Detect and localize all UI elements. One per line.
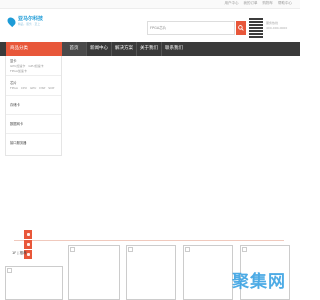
contact-phone: 400-000-0000 <box>266 26 288 30</box>
section-divider <box>14 240 284 241</box>
nav-news[interactable]: 新闻中心 <box>87 42 111 56</box>
top-link-orders[interactable]: 我的订单 <box>244 1 258 6</box>
category-item[interactable]: 芯片 FPGA CPU GPU DSP SOP <box>6 76 61 96</box>
product-thumbnail[interactable] <box>126 245 176 300</box>
category-title[interactable]: 数据网卡 <box>10 122 61 127</box>
category-title[interactable]: 接口服务器 <box>10 141 61 146</box>
category-item[interactable]: 数据网卡 <box>6 115 61 134</box>
logo-pin-icon <box>5 15 18 28</box>
product-thumbnail[interactable] <box>183 245 233 300</box>
subcategory-link[interactable]: GPU <box>30 86 36 90</box>
nav-home[interactable]: 首页 <box>62 42 86 56</box>
image-placeholder-icon <box>70 247 75 252</box>
main-nav: 首页 新闻中心 解决方案 关于我们 联系我们 <box>62 42 186 56</box>
floor-nav-button[interactable] <box>24 240 32 249</box>
product-thumbnail[interactable] <box>5 266 63 300</box>
top-link-help[interactable]: 帮助中心 <box>278 1 292 6</box>
category-item[interactable]: 显卡 GPU加速卡 GPU加速卡 FPGA加速卡 <box>6 56 61 76</box>
subcategory-link[interactable]: GPU加速卡 <box>10 64 25 68</box>
subcategory-link[interactable]: DSP <box>39 86 45 90</box>
logo-tagline: 精品 · 服务 · 至上 <box>18 22 41 26</box>
search-box[interactable]: FPGA芯片 <box>147 21 235 35</box>
site-logo[interactable]: 亚马尔科技 精品 · 服务 · 至上 <box>5 15 43 28</box>
search-button[interactable] <box>236 21 246 35</box>
category-subitems: FPGA CPU GPU DSP SOP <box>10 86 61 91</box>
watermark-text: 聚集网 <box>232 272 286 292</box>
nav-solutions[interactable]: 解决方案 <box>112 42 136 56</box>
floor-icon <box>26 243 30 246</box>
subcategory-link[interactable]: FPGA <box>10 86 18 90</box>
floor-icon <box>26 233 30 236</box>
category-item[interactable]: 存储卡 <box>6 96 61 115</box>
top-link-user[interactable]: 用户中心 <box>225 1 239 6</box>
top-link-cart[interactable]: 购物车 <box>263 1 274 6</box>
subcategory-link[interactable]: FPGA加速卡 <box>10 69 27 73</box>
product-thumbnail[interactable] <box>68 245 120 300</box>
category-panel: 显卡 GPU加速卡 GPU加速卡 FPGA加速卡 芯片 FPGA CPU GPU… <box>5 56 62 156</box>
nav-about[interactable]: 关于我们 <box>137 42 161 56</box>
qr-code-image <box>249 18 263 38</box>
nav-contact[interactable]: 联系我们 <box>162 42 186 56</box>
section-title: 1F | 推荐 <box>12 251 27 255</box>
category-subitems: FPGA加速卡 <box>10 69 61 74</box>
subcategory-link[interactable]: CPU <box>21 86 27 90</box>
image-placeholder-icon <box>128 247 133 252</box>
image-placeholder-icon <box>185 247 190 252</box>
image-placeholder-icon <box>7 268 12 273</box>
search-input[interactable]: FPGA芯片 <box>150 26 166 31</box>
subcategory-link[interactable]: GPU加速卡 <box>28 64 43 68</box>
contact-info: 服务热线 400-000-0000 <box>266 21 287 31</box>
top-utility-bar: 用户中心 我的订单 购物车 帮助中心 <box>0 0 300 9</box>
category-menu-tab[interactable]: 商品分类 <box>6 42 62 56</box>
category-title[interactable]: 存储卡 <box>10 103 61 108</box>
subcategory-link[interactable]: SOP <box>48 86 54 90</box>
image-placeholder-icon <box>242 247 247 252</box>
search-icon <box>238 25 244 31</box>
category-item[interactable]: 接口服务器 <box>6 134 61 152</box>
floor-nav-button[interactable] <box>24 230 32 239</box>
top-links: 用户中心 我的订单 购物车 帮助中心 <box>225 1 293 6</box>
